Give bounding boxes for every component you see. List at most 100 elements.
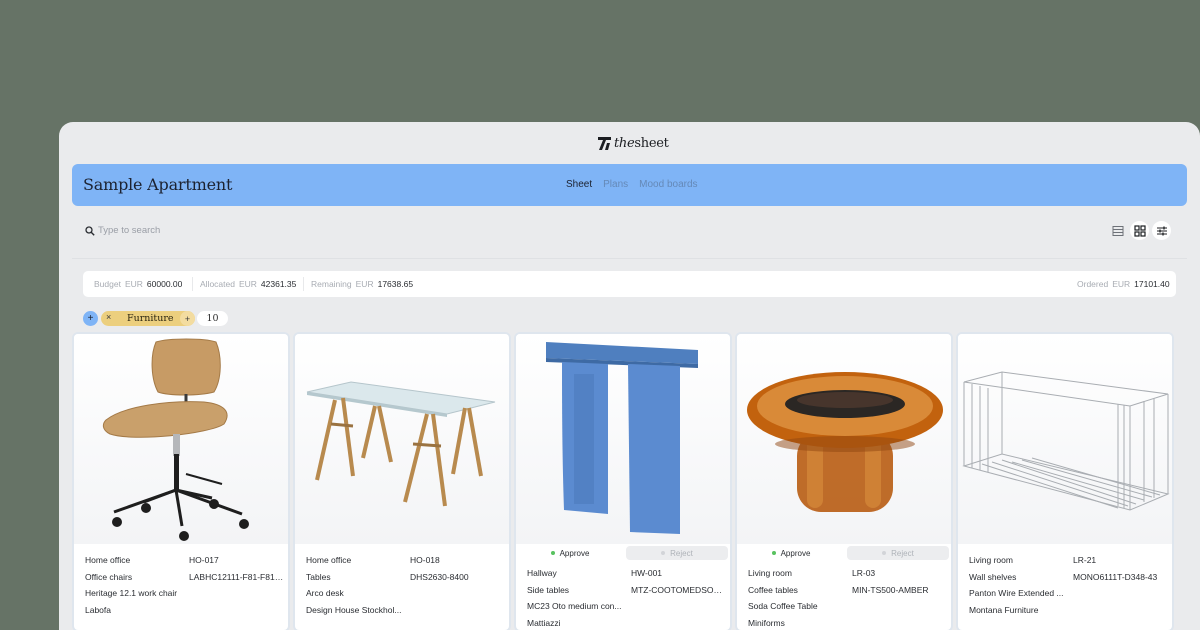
approve-button[interactable]: Approve xyxy=(520,546,620,560)
status-dot-icon xyxy=(661,551,666,555)
product-category: Coffee tables xyxy=(748,584,798,595)
remove-filter-icon[interactable]: × xyxy=(106,312,111,322)
tab-sheet[interactable]: Sheet xyxy=(566,179,592,190)
project-title: Sample Apartment xyxy=(83,175,233,194)
list-view-button[interactable] xyxy=(1108,221,1127,240)
budget-total: Budget EUR 60000.00 xyxy=(94,279,182,289)
app-logo-text: thesheet xyxy=(614,135,669,151)
product-room: Home office xyxy=(306,555,352,565)
coffee-table-illustration xyxy=(747,372,943,512)
product-brand: Montana Furniture xyxy=(969,605,1039,616)
product-sku: MIN-TS500-AMBER xyxy=(852,584,929,595)
project-header: Sample Apartment Sheet Plans Mood boards xyxy=(72,164,1187,206)
reject-label: Reject xyxy=(670,548,693,558)
approve-button[interactable]: Approve xyxy=(741,546,841,560)
product-brand: Labofa xyxy=(85,605,111,616)
product-category: Side tables xyxy=(527,584,570,595)
product-room: Hallway xyxy=(527,568,557,578)
product-code: HO-017 xyxy=(189,555,219,565)
search-bar xyxy=(85,225,298,236)
product-image xyxy=(737,334,951,544)
product-brand: Mattiazzi xyxy=(527,618,561,629)
product-details: Living room LR-03 Coffee tables MIN-TS50… xyxy=(748,568,948,630)
product-code: HW-001 xyxy=(631,568,663,578)
budget-ordered: Ordered EUR 17101.40 xyxy=(1077,279,1170,289)
budget-currency: EUR xyxy=(124,279,143,289)
product-code: LR-03 xyxy=(852,568,876,578)
filter-chip-label: Furniture xyxy=(127,313,174,324)
status-dot-icon xyxy=(882,551,887,555)
budget-allocated: Allocated EUR 42361.35 xyxy=(200,279,296,289)
approval-actions: Approve Reject xyxy=(520,546,730,560)
product-details: Living room LR-21 Wall shelves MONO6111T… xyxy=(969,555,1169,617)
reject-label: Reject xyxy=(891,548,914,558)
product-code: HO-018 xyxy=(410,555,440,565)
product-details: Home office HO-018 Tables DHS2630-8400 A… xyxy=(306,555,506,617)
glass-desk-illustration xyxy=(306,381,496,507)
desk-chair-illustration xyxy=(102,338,249,541)
product-card[interactable]: Approve Reject Hallway HW-001 Side table… xyxy=(514,332,732,630)
ordered-label: Ordered xyxy=(1077,279,1109,289)
search-icon xyxy=(85,225,95,236)
result-count: 10 xyxy=(197,311,228,326)
product-brand: Design House Stockhol... xyxy=(306,605,402,616)
filter-settings-button[interactable] xyxy=(1152,221,1171,240)
ordered-currency: EUR xyxy=(1112,279,1131,289)
product-room: Home office xyxy=(85,555,131,565)
remaining-value: 17638.65 xyxy=(377,279,414,289)
approve-label: Approve xyxy=(559,548,590,558)
approve-label: Approve xyxy=(780,548,811,558)
filter-chip-furniture[interactable]: × Furniture + xyxy=(101,311,195,326)
reject-button[interactable]: Reject xyxy=(626,546,728,560)
product-name: Soda Coffee Table xyxy=(748,601,818,612)
tab-mood-boards[interactable]: Mood boards xyxy=(639,179,697,190)
product-card[interactable]: Home office HO-018 Tables DHS2630-8400 A… xyxy=(293,332,511,630)
product-code: LR-21 xyxy=(1073,555,1097,565)
status-dot-icon xyxy=(550,551,555,555)
search-input[interactable] xyxy=(98,225,298,236)
product-details: Hallway HW-001 Side tables MTZ-COOTOMEDS… xyxy=(527,568,727,630)
grid-view-button[interactable] xyxy=(1130,221,1149,240)
empty-cell xyxy=(1073,588,1169,600)
allocated-currency: EUR xyxy=(238,279,257,289)
app-window: thesheet Sample Apartment Sheet Plans Mo… xyxy=(59,122,1200,630)
status-dot-icon xyxy=(771,551,776,555)
product-category: Wall shelves xyxy=(969,571,1017,582)
empty-cell xyxy=(410,588,506,600)
app-logo[interactable]: thesheet xyxy=(598,134,669,152)
add-filter-button[interactable]: + xyxy=(83,311,98,326)
product-card[interactable]: Home office HO-017 Office chairs LABHC12… xyxy=(72,332,290,630)
budget-summary: Budget EUR 60000.00 Allocated EUR 42361.… xyxy=(83,271,1176,297)
side-table-illustration xyxy=(546,342,698,534)
grid-view-icon xyxy=(1133,224,1146,237)
product-card[interactable]: Living room LR-21 Wall shelves MONO6111T… xyxy=(956,332,1174,630)
product-sku: DHS2630-8400 xyxy=(410,571,469,582)
allocated-value: 42361.35 xyxy=(260,279,297,289)
wire-shelf-illustration xyxy=(962,371,1170,511)
product-sku: MTZ-COOTOMEDSOK7S... xyxy=(631,584,727,595)
budget-value: 60000.00 xyxy=(146,279,183,289)
sliders-icon xyxy=(1156,226,1167,235)
product-image xyxy=(516,334,730,544)
tab-plans[interactable]: Plans xyxy=(603,179,628,190)
empty-cell xyxy=(189,588,285,600)
product-card[interactable]: Approve Reject Living room LR-03 Coffee … xyxy=(735,332,953,630)
ordered-value: 17101.40 xyxy=(1134,279,1170,289)
product-name: Arco desk xyxy=(306,588,344,599)
product-room: Living room xyxy=(748,568,792,578)
budget-remaining: Remaining EUR 17638.65 xyxy=(311,279,413,289)
allocated-label: Allocated xyxy=(200,279,235,289)
chip-add-icon[interactable]: + xyxy=(180,311,195,326)
product-sku: MONO6111T-D348-43 xyxy=(1073,571,1158,582)
budget-separator xyxy=(303,277,304,291)
product-name: Panton Wire Extended ... xyxy=(969,588,1064,599)
empty-cell xyxy=(631,601,727,613)
product-details: Home office HO-017 Office chairs LABHC12… xyxy=(85,555,285,617)
product-image xyxy=(74,334,288,544)
view-tools xyxy=(1108,221,1171,240)
product-sku: LABHC12111-F81-F81-E... xyxy=(189,571,285,582)
product-category: Tables xyxy=(306,571,331,582)
product-room: Living room xyxy=(969,555,1013,565)
product-name: MC23 Oto medium con... xyxy=(527,601,622,612)
reject-button[interactable]: Reject xyxy=(847,546,949,560)
